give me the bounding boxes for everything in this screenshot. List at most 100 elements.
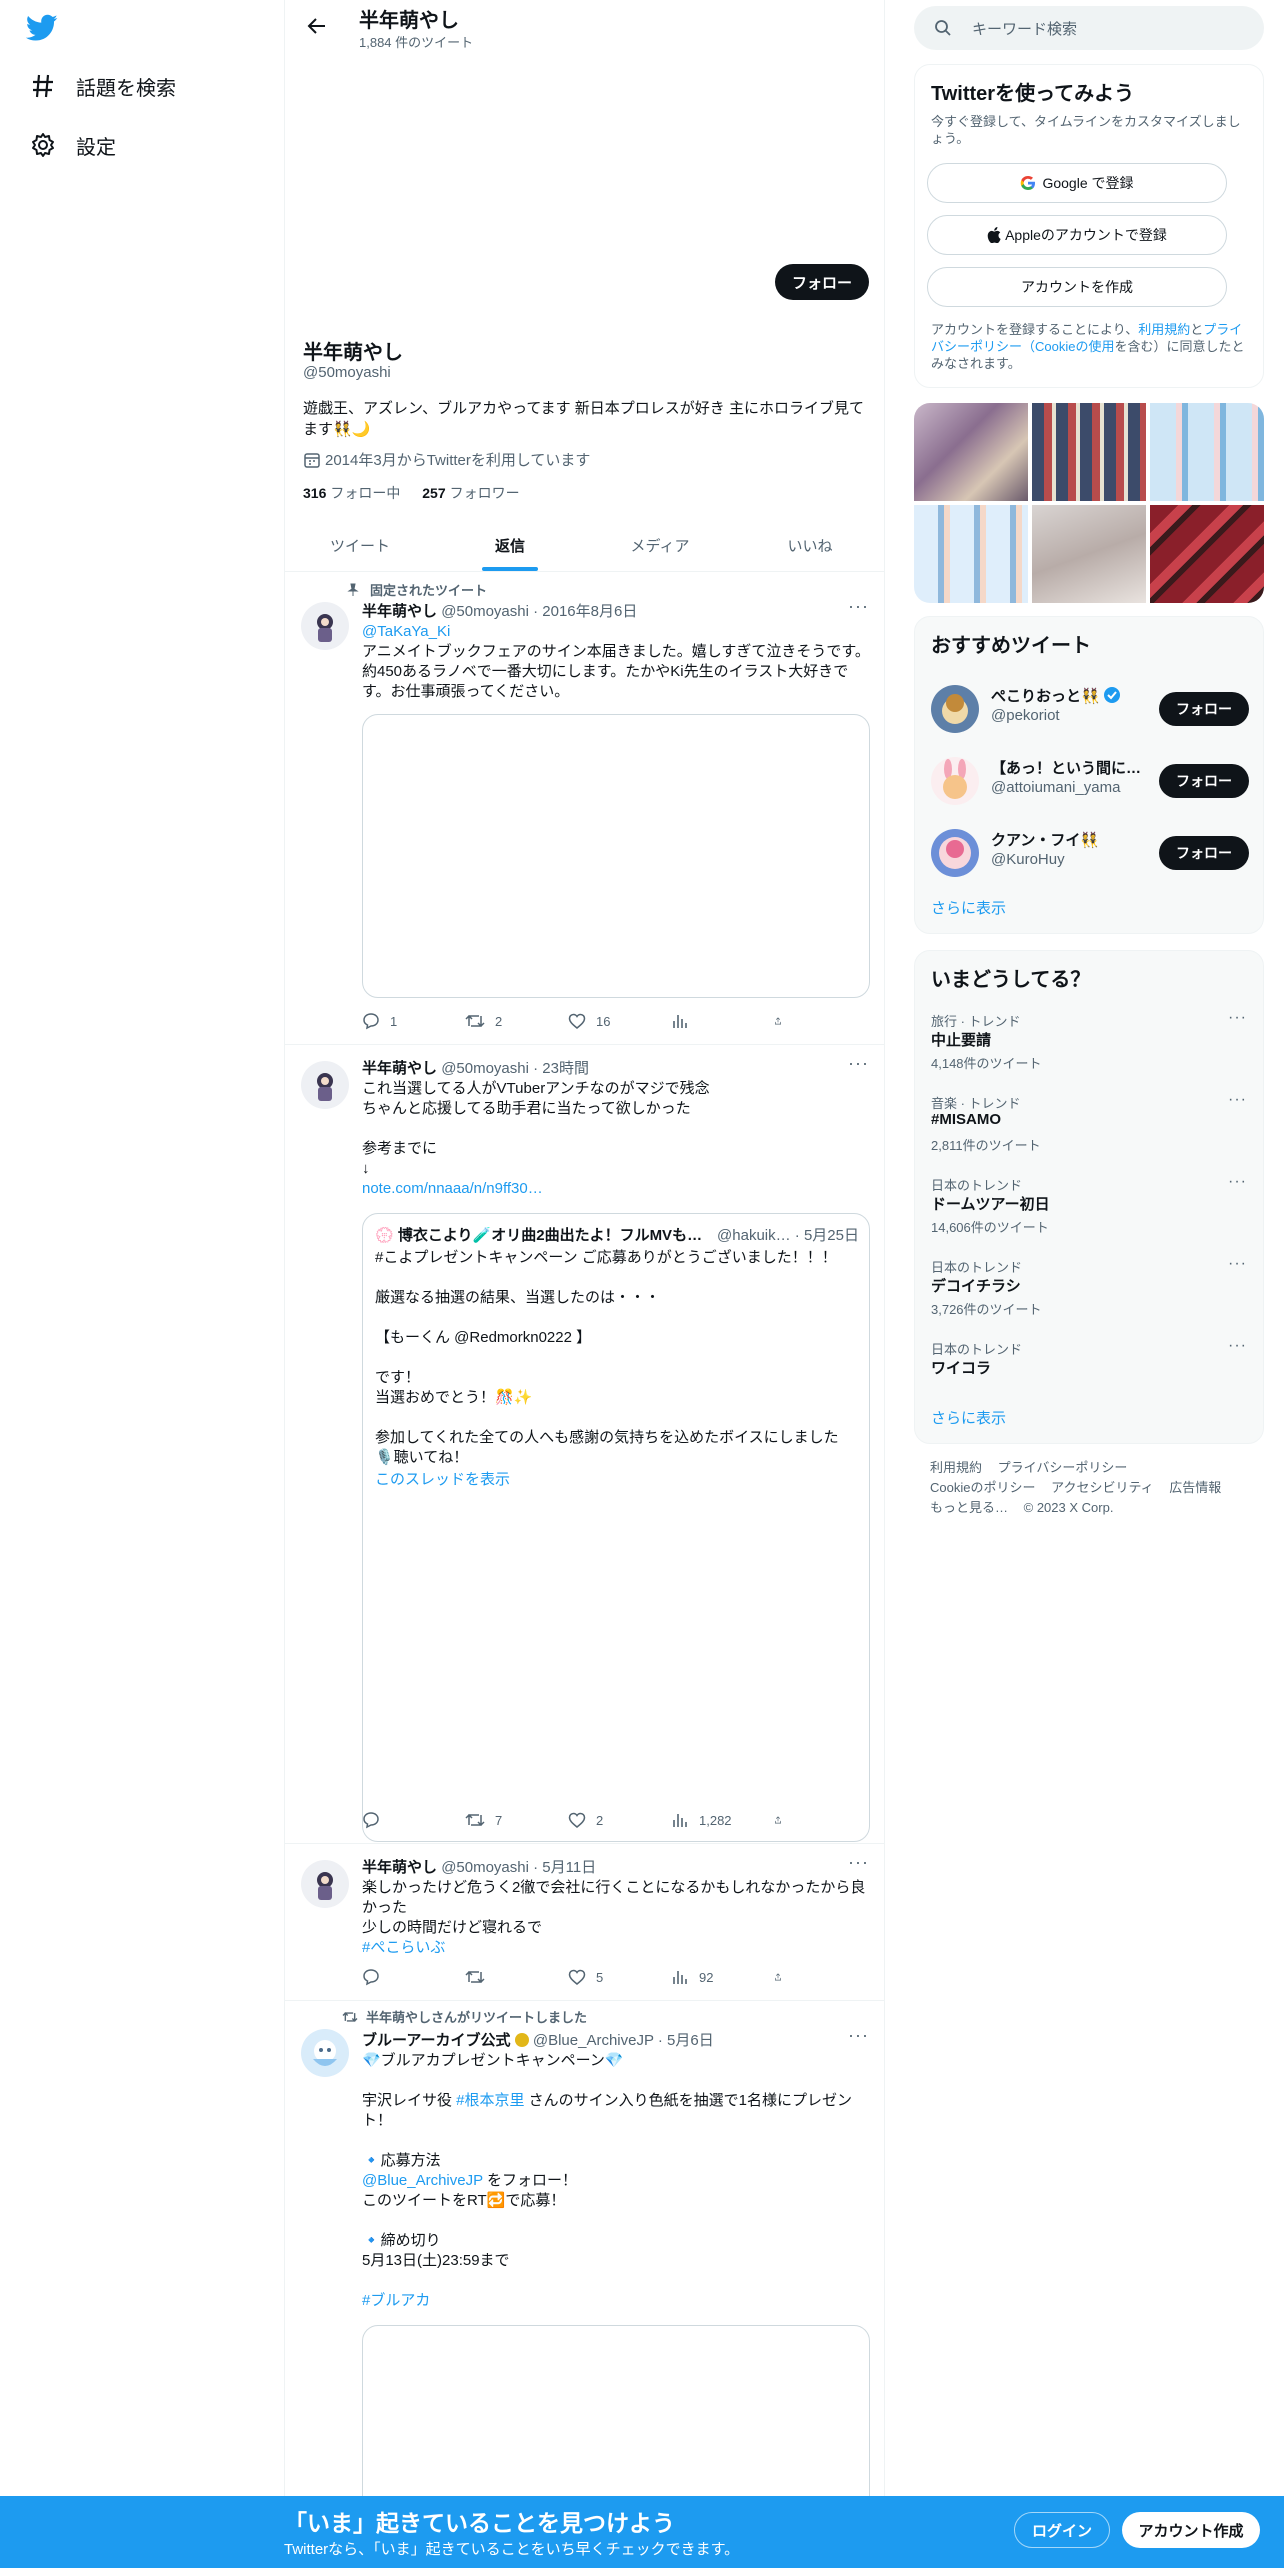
avatar[interactable] bbox=[931, 829, 979, 877]
avatar[interactable] bbox=[301, 1860, 349, 1908]
avatar[interactable] bbox=[301, 1061, 349, 1109]
reply-to-link[interactable]: @TaKaYa_Ki bbox=[362, 622, 872, 642]
twitter-logo-icon[interactable] bbox=[25, 14, 66, 44]
like-button[interactable]: 5 bbox=[568, 1968, 648, 1986]
google-signup-button[interactable]: Google で登録 bbox=[927, 163, 1227, 203]
hashtag-link[interactable]: #ぺこらいぶ bbox=[362, 1938, 872, 1958]
media-thumbnail[interactable] bbox=[1032, 403, 1146, 501]
trend-item[interactable]: 日本のトレンド ワイコラ ··· bbox=[915, 1335, 1265, 1395]
tweet-retweeted[interactable]: 半年萌やしさんがリツイートしました ブルーアーカイブ公式 @Blue_Archi… bbox=[285, 2001, 885, 2525]
like-button[interactable]: 16 bbox=[568, 1012, 648, 1030]
recommend-show-more[interactable]: さらに表示 bbox=[931, 897, 1006, 918]
footer-more-link[interactable]: もっと見る… bbox=[930, 1500, 1008, 1515]
tab-likes[interactable]: いいね bbox=[735, 520, 885, 571]
media-grid bbox=[914, 403, 1264, 603]
tab-media[interactable]: メディア bbox=[585, 520, 735, 571]
retweeted-label: 半年萌やしさんがリツイートしました bbox=[342, 2007, 587, 2026]
more-icon[interactable]: ··· bbox=[848, 1852, 869, 1873]
apple-signup-button[interactable]: Appleのアカウントで登録 bbox=[927, 215, 1227, 255]
tweet-pinned[interactable]: 固定されたツイート 半年萌やし @50moyashi · 2016年8月6日 ·… bbox=[285, 572, 885, 1045]
show-thread-link[interactable]: このスレッドを表示 bbox=[375, 1468, 510, 1489]
reply-button[interactable]: 1 bbox=[362, 1012, 442, 1030]
trend-item[interactable]: 日本のトレンド ドームツアー初日 14,606件のツイート ··· bbox=[915, 1171, 1265, 1253]
back-arrow-icon[interactable] bbox=[303, 12, 331, 40]
media-thumbnail[interactable] bbox=[914, 403, 1028, 501]
more-icon[interactable]: ··· bbox=[1228, 1173, 1247, 1191]
more-icon[interactable]: ··· bbox=[1228, 1337, 1247, 1355]
media-thumbnail[interactable] bbox=[914, 505, 1028, 603]
nav-settings[interactable]: 設定 bbox=[30, 125, 116, 165]
recommend-follow-button[interactable]: フォロー bbox=[1159, 836, 1249, 870]
retweet-button[interactable]: 2 bbox=[465, 1012, 545, 1030]
more-icon[interactable]: ··· bbox=[848, 1053, 869, 1074]
tweet[interactable]: 半年萌やし @50moyashi · 5月11日 ··· 楽しかったけど危うく2… bbox=[285, 1844, 885, 2001]
trend-item[interactable]: 音楽 · トレンド #MISAMO 2,811件のツイート ··· bbox=[915, 1089, 1265, 1171]
follow-button[interactable]: フォロー bbox=[775, 264, 869, 300]
create-account-button[interactable]: アカウントを作成 bbox=[927, 267, 1227, 307]
footer-ads-link[interactable]: 広告情報 bbox=[1169, 1480, 1221, 1495]
search-input[interactable]: キーワード検索 bbox=[972, 18, 1077, 39]
reply-button[interactable] bbox=[362, 1968, 442, 1986]
more-icon[interactable]: ··· bbox=[1228, 1091, 1247, 1109]
share-icon[interactable] bbox=[774, 1968, 792, 1986]
share-icon[interactable] bbox=[774, 1012, 792, 1030]
footer-cookie-link[interactable]: Cookieのポリシー bbox=[930, 1480, 1035, 1495]
tweet-header: 半年萌やし @50moyashi · 5月11日 bbox=[362, 1859, 597, 1876]
retweet-button[interactable] bbox=[465, 1968, 545, 1986]
nav-explore[interactable]: 話題を検索 bbox=[30, 66, 176, 106]
views-button[interactable] bbox=[671, 1012, 751, 1030]
recommend-name: クアン・フイ👯 bbox=[991, 832, 1100, 849]
footer-accessibility-link[interactable]: アクセシビリティ bbox=[1051, 1480, 1154, 1495]
recommend-follow-button[interactable]: フォロー bbox=[1159, 764, 1249, 798]
signup-subtitle: 今すぐ登録して、タイムラインをカスタマイズしましょう。 bbox=[931, 114, 1241, 146]
followers-link[interactable]: 257 フォロワー bbox=[422, 485, 519, 501]
tweet[interactable]: 半年萌やし @50moyashi · 23時間 ··· これ当選してる人がVTu… bbox=[285, 1045, 885, 1844]
tab-replies[interactable]: 返信 bbox=[435, 520, 585, 571]
avatar[interactable] bbox=[301, 602, 349, 650]
footer-terms-link[interactable]: 利用規約 bbox=[930, 1460, 982, 1475]
quote-tweet[interactable]: 💮 博衣こより🧪オリ曲2曲出たよ！フルMVも… @hakuik… · 5月25日… bbox=[362, 1213, 870, 1842]
media-thumbnail[interactable] bbox=[1150, 403, 1264, 501]
login-button[interactable]: ログイン bbox=[1014, 2512, 1110, 2548]
recommend-user[interactable]: 【あっ！という間に… @attoiumani_yama フォロー bbox=[915, 745, 1265, 817]
bottom-bar-title: 「いま」起きていることを見つけよう bbox=[284, 2510, 675, 2536]
avatar[interactable] bbox=[301, 2029, 349, 2077]
more-icon[interactable]: ··· bbox=[1228, 1255, 1247, 1273]
more-icon[interactable]: ··· bbox=[848, 2025, 869, 2046]
avatar[interactable] bbox=[931, 757, 979, 805]
tweet-link[interactable]: note.com/nnaaa/n/n9ff30… bbox=[362, 1179, 872, 1199]
search-bar[interactable]: キーワード検索 bbox=[914, 6, 1264, 50]
terms-link[interactable]: 利用規約 bbox=[1138, 322, 1190, 337]
share-icon[interactable] bbox=[774, 1811, 792, 1829]
hashtag-link[interactable]: #ブルアカ bbox=[362, 2291, 872, 2311]
footer-copyright: © 2023 X Corp. bbox=[1023, 1500, 1114, 1515]
more-icon[interactable]: ··· bbox=[848, 596, 869, 617]
views-button[interactable]: 92 bbox=[671, 1968, 751, 1986]
header-name: 半年萌やし bbox=[359, 10, 459, 32]
recommend-user[interactable]: ぺこりおっと👯 @pekoriot フォロー bbox=[915, 673, 1265, 745]
more-icon[interactable]: ··· bbox=[1228, 1009, 1247, 1027]
tab-tweets[interactable]: ツイート bbox=[285, 520, 435, 571]
trend-item[interactable]: 旅行 · トレンド 中止要請 4,148件のツイート ··· bbox=[915, 1007, 1265, 1089]
recommend-follow-button[interactable]: フォロー bbox=[1159, 692, 1249, 726]
media-thumbnail[interactable] bbox=[1032, 505, 1146, 603]
recommend-user[interactable]: クアン・フイ👯 @KuroHuy フォロー bbox=[915, 817, 1265, 889]
trends-show-more[interactable]: さらに表示 bbox=[931, 1407, 1006, 1428]
tweet-media[interactable] bbox=[362, 714, 870, 998]
footer-privacy-link[interactable]: プライバシーポリシー bbox=[998, 1460, 1128, 1475]
avatar[interactable] bbox=[931, 685, 979, 733]
profile-header-bar: 半年萌やし 1,884 件のツイート bbox=[285, 0, 885, 52]
recommend-panel: おすすめツイート ぺこりおっと👯 @pekoriot フォロー 【あっ！という間… bbox=[914, 616, 1264, 934]
retweet-button[interactable]: 7 bbox=[465, 1811, 545, 1829]
following-link[interactable]: 316 フォロー中 bbox=[303, 485, 400, 501]
apple-icon bbox=[987, 227, 1001, 243]
deadline-label: 🔹締め切り bbox=[362, 2232, 441, 2249]
views-button[interactable]: 1,282 bbox=[671, 1811, 751, 1829]
signup-button[interactable]: アカウント作成 bbox=[1122, 2512, 1260, 2548]
tweet-media[interactable] bbox=[362, 2325, 870, 2525]
trend-item[interactable]: 日本のトレンド デコイチラシ 3,726件のツイート ··· bbox=[915, 1253, 1265, 1335]
reply-button[interactable] bbox=[362, 1811, 442, 1829]
media-thumbnail[interactable] bbox=[1150, 505, 1264, 603]
like-button[interactable]: 2 bbox=[568, 1811, 648, 1829]
bottom-bar-subtitle: Twitterなら、「いま」起きていることをいち早くチェックできます。 bbox=[284, 2541, 740, 2558]
